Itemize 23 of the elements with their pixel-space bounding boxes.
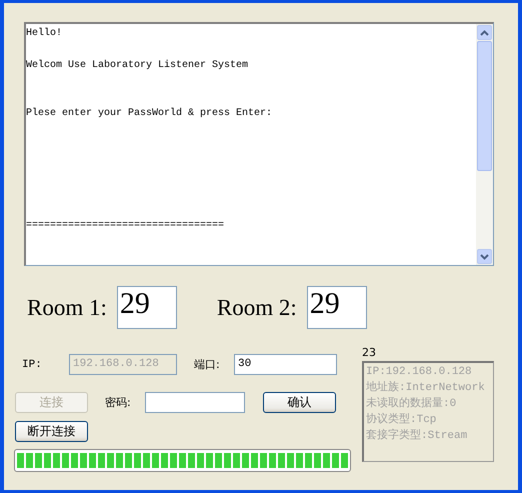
port-label: 端口:	[194, 357, 221, 372]
info-line: 协议类型:Tcp	[366, 412, 438, 428]
log-text-area[interactable]: Hello! Welcom Use Laboratory Listener System Plese enter your PassWorld & press Enter: =================================	[24, 22, 494, 266]
room-value-field: 29	[306, 286, 367, 329]
count-label: 23	[362, 346, 377, 361]
room-value-field: 29	[116, 286, 177, 329]
confirm-button[interactable]: 确认	[263, 392, 336, 413]
disconnect-button[interactable]: 断开连接	[15, 421, 88, 442]
scroll-thumb[interactable]	[477, 41, 492, 171]
ip-label: IP:	[22, 358, 43, 370]
scrollbar[interactable]	[476, 24, 493, 265]
port-field[interactable]: 30	[234, 354, 337, 375]
scroll-down-icon[interactable]	[477, 249, 492, 264]
info-line: IP:192.168.0.128	[366, 365, 473, 380]
password-label: 密码:	[105, 395, 132, 410]
log-text: Hello! Welcom Use Laboratory Listener System Plese enter your PassWorld & press Enter: =================================	[26, 26, 274, 233]
room-label: Room 1:	[27, 294, 107, 320]
password-field[interactable]	[145, 392, 245, 413]
room-label: Room 2:	[216, 294, 297, 320]
scroll-up-icon[interactable]	[477, 25, 492, 40]
info-line: 地址族:InterNetwork	[366, 380, 486, 396]
info-line: 套接字类型:Stream	[366, 428, 468, 444]
info-line: 未读取的数据量:0	[366, 396, 458, 412]
